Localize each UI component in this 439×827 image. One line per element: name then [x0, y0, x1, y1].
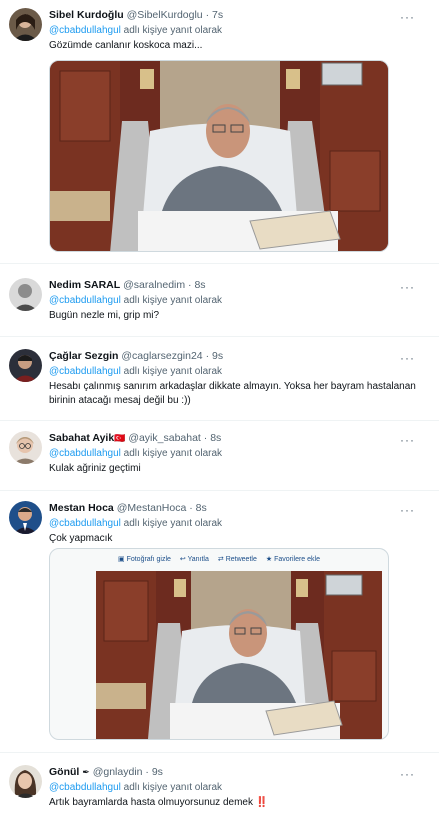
- separator: ·: [188, 279, 192, 291]
- tweet[interactable]: Mestan Hoca @MestanHoca · 8s @cbabdullah…: [0, 491, 439, 749]
- author-name[interactable]: Gönül: [49, 766, 79, 778]
- retweet-button[interactable]: ⇄ Retweetle: [218, 555, 257, 563]
- author-handle[interactable]: @SibelKurdoglu: [127, 9, 203, 21]
- tweet-text: Hesabı çalınmış sanırım arkadaşlar dikka…: [49, 381, 416, 406]
- tweet-photo[interactable]: [96, 571, 382, 739]
- tweet-text: Gözümde canlanır koskoca mazi...: [49, 40, 203, 51]
- tweet-header: Sabahat Ayik🇹🇷 @ayik_sabahat · 8s: [49, 431, 419, 445]
- turkey-flag-icon: 🇹🇷: [114, 433, 126, 443]
- author-handle[interactable]: @caglarsezgin24: [121, 350, 202, 362]
- tweet-header: Mestan Hoca @MestanHoca · 8s: [49, 501, 419, 515]
- more-options-icon[interactable]: ···: [400, 351, 415, 365]
- avatar[interactable]: [9, 431, 42, 464]
- favorite-button[interactable]: ★ Favorilere ekle: [266, 555, 320, 563]
- author-handle[interactable]: @gnlaydin: [93, 766, 143, 778]
- tweet[interactable]: Sabahat Ayik🇹🇷 @ayik_sabahat · 8s @cbabd…: [0, 421, 439, 489]
- separator: ·: [203, 432, 208, 444]
- separator: ·: [205, 9, 210, 21]
- reply-label: Yanıtla: [187, 556, 209, 563]
- timestamp[interactable]: 8s: [210, 432, 221, 444]
- reply-context: @cbabdullahgul adlı kişiye yanıt olarak: [49, 517, 419, 531]
- man-suit-avatar-icon: [9, 501, 42, 534]
- hide-photo-label: Fotoğrafı gizle: [126, 556, 171, 563]
- tweet-header: Gönül ✒ @gnlaydin · 9s: [49, 765, 419, 779]
- reply-suffix: adlı kişiye yanıt olarak: [123, 518, 223, 529]
- mention-link[interactable]: @cbabdullahgul: [49, 448, 121, 459]
- woman-portrait-avatar-icon: [9, 8, 42, 41]
- pen-icon: ✒: [82, 767, 90, 777]
- reply-suffix: adlı kişiye yanıt olarak: [123, 295, 223, 306]
- reply-suffix: adlı kişiye yanıt olarak: [123, 366, 223, 377]
- woman-hair-avatar-icon: [9, 765, 42, 798]
- more-options-icon[interactable]: ···: [400, 280, 415, 294]
- favorite-label: Favorilere ekle: [274, 556, 320, 563]
- reply-context: @cbabdullahgul adlı kişiye yanıt olarak: [49, 447, 419, 461]
- timestamp[interactable]: 8s: [194, 279, 205, 291]
- timestamp[interactable]: 8s: [196, 502, 207, 514]
- author-name[interactable]: Mestan Hoca: [49, 502, 114, 514]
- embedded-photo-card[interactable]: ▣ Fotoğrafı gizle ↩ Yanıtla ⇄ Retweetle …: [49, 548, 389, 740]
- mention-link[interactable]: @cbabdullahgul: [49, 295, 121, 306]
- reply-suffix: adlı kişiye yanıt olarak: [123, 25, 223, 36]
- author-name[interactable]: Nedim SARAL: [49, 279, 120, 291]
- avatar[interactable]: [9, 765, 42, 798]
- retweet-label: Retweetle: [225, 556, 257, 563]
- timestamp[interactable]: 9s: [152, 766, 163, 778]
- reply-context: @cbabdullahgul adlı kişiye yanıt olarak: [49, 294, 419, 308]
- tweet-text: Bugün nezle mi, grip mi?: [49, 310, 160, 321]
- avatar[interactable]: [9, 8, 42, 41]
- man-dark-avatar-icon: [9, 349, 42, 382]
- tweet-photo[interactable]: [49, 60, 389, 252]
- reply-context: @cbabdullahgul adlı kişiye yanıt olarak: [49, 781, 419, 795]
- more-options-icon[interactable]: ···: [400, 767, 415, 781]
- avatar[interactable]: [9, 501, 42, 534]
- tweet-text: Kulak ağriniz geçtimi: [49, 463, 141, 474]
- mention-link[interactable]: @cbabdullahgul: [49, 366, 121, 377]
- author-name[interactable]: Çağlar Sezgin: [49, 350, 118, 362]
- hide-photo-button[interactable]: ▣ Fotoğrafı gizle: [118, 555, 171, 563]
- tweet-text: Artık bayramlarda hasta olmuyorsunuz dem…: [49, 797, 253, 808]
- tweet[interactable]: Nedim SARAL @saralnedim · 8s @cbabdullah…: [0, 264, 439, 334]
- hospital-bed-photo: [96, 571, 382, 739]
- avatar[interactable]: [9, 349, 42, 382]
- separator: ·: [145, 766, 149, 778]
- tweet-text: Çok yapmacık: [49, 533, 113, 544]
- tweet-header: Nedim SARAL @saralnedim · 8s: [49, 278, 419, 292]
- double-exclamation-icon: ‼️: [255, 797, 269, 808]
- more-options-icon[interactable]: ···: [400, 10, 415, 24]
- man-grey-avatar-icon: [9, 278, 42, 311]
- avatar[interactable]: [9, 278, 42, 311]
- tweet[interactable]: Çağlar Sezgin @caglarsezgin24 · 9s @cbab…: [0, 337, 439, 419]
- author-name[interactable]: Sibel Kurdoğlu: [49, 9, 124, 21]
- tweet[interactable]: Gönül ✒ @gnlaydin · 9s @cbabdullahgul ad…: [0, 753, 439, 827]
- reply-context: @cbabdullahgul adlı kişiye yanıt olarak: [49, 365, 419, 379]
- tweet[interactable]: Sibel Kurdoğlu @SibelKurdoglu · 7s @cbab…: [0, 0, 439, 262]
- mention-link[interactable]: @cbabdullahgul: [49, 25, 121, 36]
- tweet-header: Çağlar Sezgin @caglarsezgin24 · 9s: [49, 349, 419, 363]
- separator: ·: [205, 350, 210, 362]
- separator: ·: [189, 502, 193, 514]
- reply-context: @cbabdullahgul adlı kişiye yanıt olarak: [49, 24, 419, 38]
- timestamp[interactable]: 7s: [212, 9, 223, 21]
- tweet-text-container: Artık bayramlarda hasta olmuyorsunuz dem…: [49, 796, 419, 810]
- mention-link[interactable]: @cbabdullahgul: [49, 518, 121, 529]
- author-handle[interactable]: @ayik_sabahat: [128, 432, 201, 444]
- reply-suffix: adlı kişiye yanıt olarak: [123, 782, 223, 793]
- reply-button[interactable]: ↩ Yanıtla: [180, 555, 209, 563]
- more-options-icon[interactable]: ···: [400, 433, 415, 447]
- photo-action-bar: ▣ Fotoğrafı gizle ↩ Yanıtla ⇄ Retweetle …: [50, 549, 388, 569]
- tweet-header: Sibel Kurdoğlu @SibelKurdoglu · 7s: [49, 8, 419, 22]
- more-options-icon[interactable]: ···: [400, 503, 415, 517]
- timestamp[interactable]: 9s: [212, 350, 223, 362]
- author-name[interactable]: Sabahat Ayik: [49, 432, 114, 444]
- woman-glasses-avatar-icon: [9, 431, 42, 464]
- mention-link[interactable]: @cbabdullahgul: [49, 782, 121, 793]
- author-handle[interactable]: @saralnedim: [123, 279, 185, 291]
- author-handle[interactable]: @MestanHoca: [117, 502, 187, 514]
- reply-suffix: adlı kişiye yanıt olarak: [123, 448, 223, 459]
- hospital-bed-photo: [50, 61, 388, 251]
